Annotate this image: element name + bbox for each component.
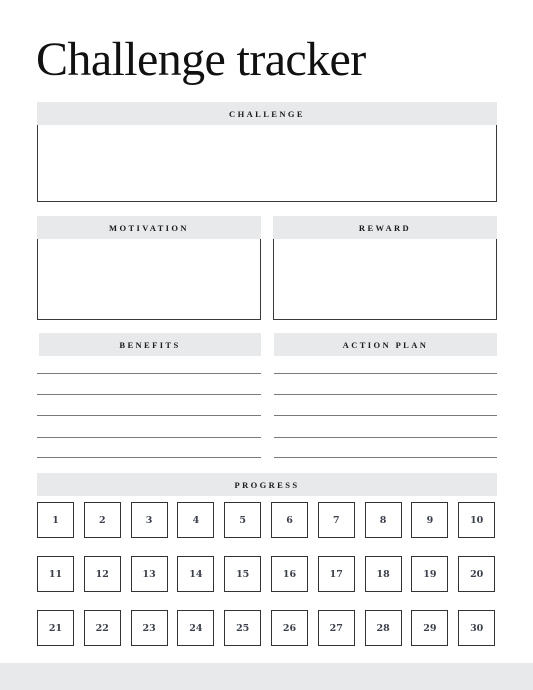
progress-day-box[interactable]: 11 [37,556,74,592]
progress-day-box[interactable]: 8 [364,502,402,538]
reward-section: REWARD [273,216,497,320]
progress-day-box[interactable]: 16 [271,556,308,592]
progress-day-box[interactable]: 12 [83,556,121,592]
challenge-input-area[interactable] [37,125,497,202]
progress-day-box[interactable]: 25 [224,610,262,646]
benefits-line[interactable] [37,373,261,374]
progress-day-box[interactable]: 5 [224,502,262,538]
progress-day-box[interactable]: 17 [317,556,355,592]
action-plan-section: ACTION PLAN [274,333,497,463]
progress-day-box[interactable]: 29 [411,610,449,646]
progress-day-box[interactable]: 14 [177,556,215,592]
benefits-line[interactable] [37,457,261,458]
reward-header: REWARD [273,216,497,239]
action-plan-header: ACTION PLAN [274,333,497,356]
progress-day-box[interactable]: 27 [317,610,355,646]
action-plan-line[interactable] [274,394,497,395]
progress-day-box[interactable]: 3 [130,502,168,538]
progress-day-box[interactable]: 6 [271,502,308,538]
motivation-header: MOTIVATION [37,216,261,239]
challenge-section: CHALLENGE [37,102,497,202]
action-plan-line[interactable] [274,437,497,438]
progress-grid: 1 2 3 4 5 6 7 8 9 10 11 12 13 14 15 16 17 18 19 20 21 22 23 24 2… [37,502,497,646]
progress-day-box[interactable]: 15 [224,556,262,592]
action-plan-line[interactable] [274,415,497,416]
progress-section: PROGRESS [37,473,497,496]
progress-day-box[interactable]: 9 [411,502,449,538]
progress-day-box[interactable]: 1 [37,502,74,538]
progress-day-box[interactable]: 13 [130,556,168,592]
action-plan-line[interactable] [274,373,497,374]
benefits-section: BENEFITS [37,333,261,463]
progress-day-box[interactable]: 23 [130,610,168,646]
motivation-section: MOTIVATION [37,216,261,320]
progress-day-box[interactable]: 10 [458,502,496,538]
progress-day-box[interactable]: 4 [177,502,215,538]
benefits-line[interactable] [37,437,261,438]
progress-day-box[interactable]: 28 [364,610,402,646]
progress-day-box[interactable]: 19 [411,556,449,592]
progress-header: PROGRESS [37,473,497,496]
footer-bar [0,663,533,690]
progress-day-box[interactable]: 20 [458,556,496,592]
progress-day-box[interactable]: 18 [364,556,402,592]
benefits-header: BENEFITS [39,333,261,356]
progress-day-box[interactable]: 22 [83,610,121,646]
progress-day-box[interactable]: 26 [271,610,308,646]
progress-day-box[interactable]: 7 [317,502,355,538]
action-plan-line[interactable] [274,457,497,458]
reward-input-area[interactable] [273,239,497,320]
page-title: Challenge tracker [36,33,366,86]
progress-day-box[interactable]: 30 [458,610,496,646]
progress-day-box[interactable]: 21 [37,610,74,646]
motivation-input-area[interactable] [37,239,261,320]
progress-day-box[interactable]: 24 [177,610,215,646]
benefits-line[interactable] [37,415,261,416]
benefits-line[interactable] [37,394,261,395]
progress-day-box[interactable]: 2 [83,502,121,538]
challenge-header: CHALLENGE [37,102,497,125]
